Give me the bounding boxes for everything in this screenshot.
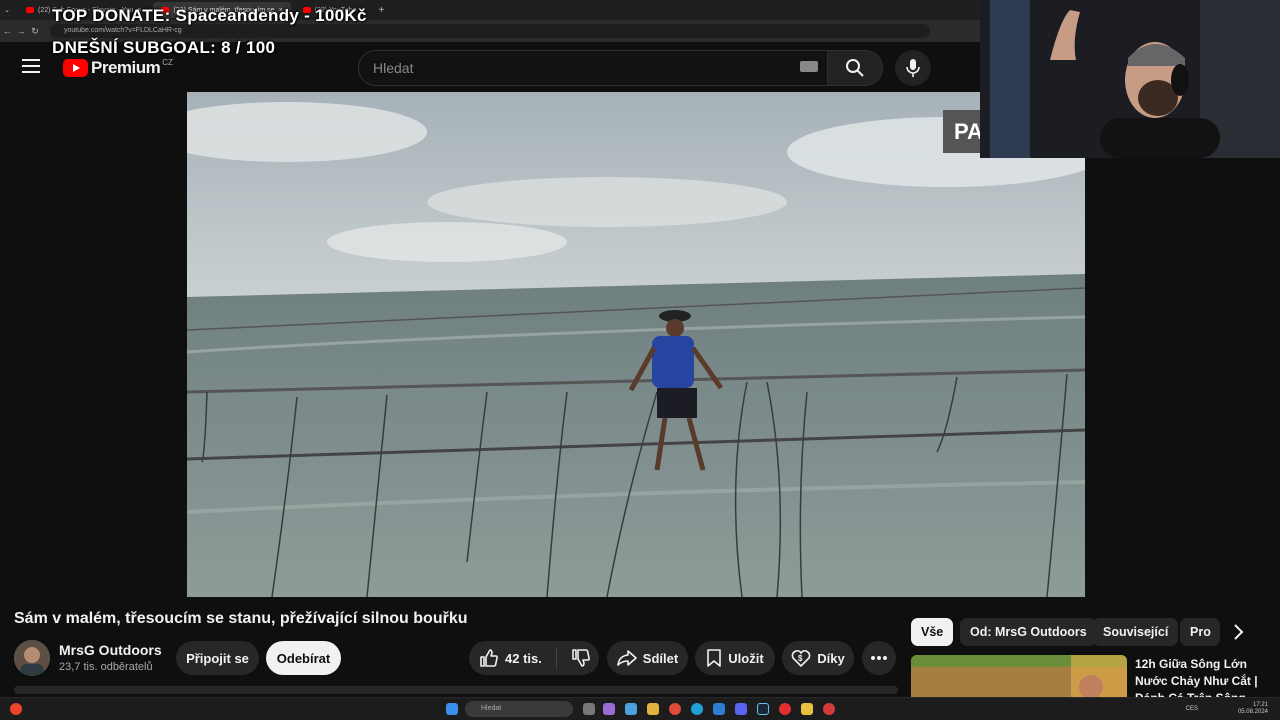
taskbar-search[interactable]: Hledat xyxy=(465,701,573,717)
thumbnail-image xyxy=(911,655,1127,697)
recommendation-thumbnail[interactable] xyxy=(911,655,1127,697)
widgets-icon[interactable] xyxy=(603,703,615,715)
bookmark-icon xyxy=(707,649,722,667)
more-icon xyxy=(871,656,887,660)
clock-time: 17:21 xyxy=(1252,702,1268,708)
file-explorer-icon[interactable] xyxy=(647,703,659,715)
app-icon-3[interactable] xyxy=(823,703,835,715)
subgoal-overlay: DNEŠNÍ SUBGOAL: 8 / 100 xyxy=(52,38,276,57)
clock-date: 05.08.2024 xyxy=(1237,709,1268,715)
video-player[interactable] xyxy=(187,92,1085,597)
reload-icon[interactable]: ↻ xyxy=(28,26,42,37)
chip-for-you[interactable]: Pro xyxy=(1180,618,1220,646)
top-donate-overlay: TOP DONATE: Spaceandendy - 100Kč xyxy=(52,6,367,25)
search-icon xyxy=(846,59,864,77)
youtube-icon xyxy=(26,7,34,13)
new-tab-icon[interactable]: + xyxy=(379,5,385,16)
thumbs-down-icon xyxy=(572,649,590,667)
screen: { "browser": { "tabs": [ {"label": "(22)… xyxy=(0,0,1280,720)
system-tray[interactable]: CES 17:21 05.08.2024 xyxy=(1186,702,1268,716)
subscribe-button[interactable]: Odebírat xyxy=(266,641,341,675)
edge-icon[interactable] xyxy=(691,703,703,715)
webcam-frame xyxy=(980,0,1280,158)
chip-related[interactable]: Související xyxy=(1093,618,1179,646)
chrome-icon[interactable] xyxy=(669,703,681,715)
thumbs-up-icon xyxy=(480,649,498,667)
channel-avatar[interactable] xyxy=(14,640,50,676)
search-input[interactable]: Hledat xyxy=(358,50,828,86)
task-view-icon[interactable] xyxy=(583,703,595,715)
voice-search-button[interactable] xyxy=(895,50,931,86)
like-count: 42 tis. xyxy=(505,650,542,666)
share-button[interactable]: Sdílet xyxy=(607,641,688,675)
share-icon xyxy=(616,650,637,666)
windows-taskbar: Hledat CES 17:21 05.08.2024 xyxy=(0,697,1280,720)
join-button[interactable]: Připojit se xyxy=(176,641,259,675)
share-label: Sdílet xyxy=(642,650,679,666)
svg-text:$: $ xyxy=(798,654,803,663)
youtube-logo[interactable]: Premium CZ xyxy=(63,58,173,78)
store-icon[interactable] xyxy=(625,703,637,715)
channel-name[interactable]: MrsG Outdoors xyxy=(59,642,162,658)
forward-icon[interactable]: → xyxy=(14,26,28,36)
save-button[interactable]: Uložit xyxy=(695,641,775,675)
back-icon[interactable]: ← xyxy=(0,26,14,36)
notification-icon[interactable] xyxy=(10,703,22,715)
microphone-icon xyxy=(906,59,920,77)
overlay-badge: PA xyxy=(943,110,983,153)
divider xyxy=(555,647,557,669)
video-frame xyxy=(187,92,1085,597)
windows-start-icon[interactable] xyxy=(446,703,458,715)
like-dislike-group: 42 tis. xyxy=(469,641,599,675)
chevron-right-icon[interactable] xyxy=(1226,620,1250,644)
keyboard-icon[interactable] xyxy=(800,61,818,72)
more-actions-button[interactable] xyxy=(862,641,896,675)
logo-text: Premium xyxy=(91,58,161,77)
thanks-button[interactable]: $ Díky xyxy=(782,641,854,675)
language-indicator: CES xyxy=(1185,706,1198,712)
discord-icon[interactable] xyxy=(735,703,747,715)
subscriber-count: 23,7 tis. odběratelů xyxy=(59,661,153,673)
chip-from-channel[interactable]: Od: MrsG Outdoors xyxy=(960,618,1097,646)
app-icon-2[interactable] xyxy=(801,703,813,715)
description-box[interactable] xyxy=(14,686,898,694)
steam-icon[interactable] xyxy=(757,703,769,715)
thanks-label: Díky xyxy=(817,650,845,666)
like-button[interactable]: 42 tis. xyxy=(479,648,542,668)
save-label: Uložit xyxy=(728,650,764,666)
video-title: Sám v malém, třesoucím se stanu, přežíva… xyxy=(14,610,468,627)
chip-all[interactable]: Vše xyxy=(911,618,954,646)
tab-menu-icon[interactable]: ⌄ xyxy=(0,6,14,14)
obs-icon[interactable] xyxy=(779,703,791,715)
dislike-button[interactable] xyxy=(571,648,597,668)
url-field[interactable]: youtube.com/watch?v=FLDLCaHR-cg xyxy=(50,24,930,38)
country-code: CZ xyxy=(162,57,173,67)
menu-icon[interactable] xyxy=(22,59,40,73)
search-button[interactable] xyxy=(827,50,883,86)
avatar-image xyxy=(14,640,50,676)
youtube-play-icon xyxy=(63,59,88,77)
app-icon[interactable] xyxy=(713,703,725,715)
thanks-heart-icon: $ xyxy=(791,649,811,668)
streamer-webcam xyxy=(980,0,1280,158)
